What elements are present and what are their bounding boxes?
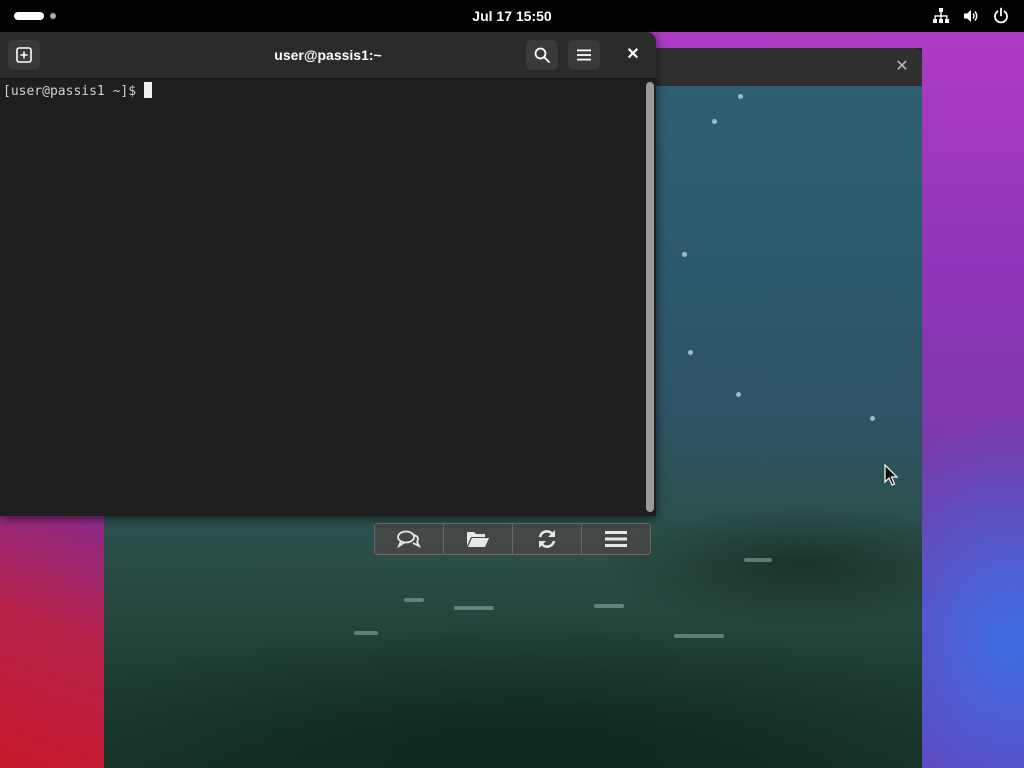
prompt-line: [user@passis1 ~]$	[3, 82, 153, 99]
volume-icon[interactable]	[962, 7, 980, 25]
clock-container: Jul 17 15:50	[0, 0, 1024, 32]
top-bar: Jul 17 15:50	[0, 0, 1024, 32]
refresh-icon	[538, 530, 556, 548]
photo-streak	[744, 558, 772, 562]
folder-icon	[467, 532, 489, 547]
photo-speck	[738, 94, 743, 99]
terminal-close-button[interactable]: ✕	[622, 44, 644, 66]
viewer-close-button[interactable]: ✕	[892, 57, 912, 77]
clock[interactable]: Jul 17 15:50	[472, 8, 551, 24]
power-icon[interactable]	[992, 7, 1010, 25]
terminal-scrollbar[interactable]	[646, 82, 654, 512]
shell-prompt: [user@passis1 ~]$	[3, 84, 137, 99]
photo-speck	[688, 350, 693, 355]
open-folder-button[interactable]	[444, 524, 513, 554]
terminal-menu-button[interactable]	[568, 40, 600, 70]
menu-icon	[577, 49, 591, 61]
terminal-window[interactable]: user@passis1:~ ✕ [user@passis1 ~]$	[0, 32, 656, 516]
wallpaper-left-strip	[0, 515, 104, 768]
workspace-indicator-active	[14, 12, 44, 20]
photo-streak	[674, 634, 724, 638]
search-button[interactable]	[526, 40, 558, 70]
photo-speck	[736, 392, 741, 397]
menu-icon	[605, 531, 627, 547]
photo-streak	[454, 606, 494, 610]
scrollbar-thumb[interactable]	[646, 82, 654, 512]
photo-speck	[712, 119, 717, 124]
text-cursor	[144, 82, 153, 98]
refresh-button[interactable]	[513, 524, 582, 554]
photo-speck	[870, 416, 875, 421]
viewer-toolbar	[374, 523, 651, 555]
terminal-body[interactable]: [user@passis1 ~]$	[0, 79, 644, 516]
photo-streak	[354, 631, 378, 635]
viewer-menu-button[interactable]	[582, 524, 650, 554]
photo-speck	[682, 252, 687, 257]
new-tab-icon	[16, 47, 32, 63]
terminal-header-bar[interactable]: user@passis1:~ ✕	[0, 32, 656, 79]
activities-button[interactable]	[14, 12, 56, 20]
photo-streak	[594, 604, 624, 608]
network-icon[interactable]	[932, 7, 950, 25]
photo-streak	[404, 598, 424, 602]
comment-button[interactable]	[375, 524, 444, 554]
new-tab-button[interactable]	[8, 40, 40, 70]
mouse-pointer-icon	[884, 464, 899, 486]
workspace-indicator	[50, 13, 56, 19]
system-tray[interactable]	[932, 6, 1010, 26]
search-icon	[534, 47, 550, 63]
comment-icon	[397, 530, 422, 549]
